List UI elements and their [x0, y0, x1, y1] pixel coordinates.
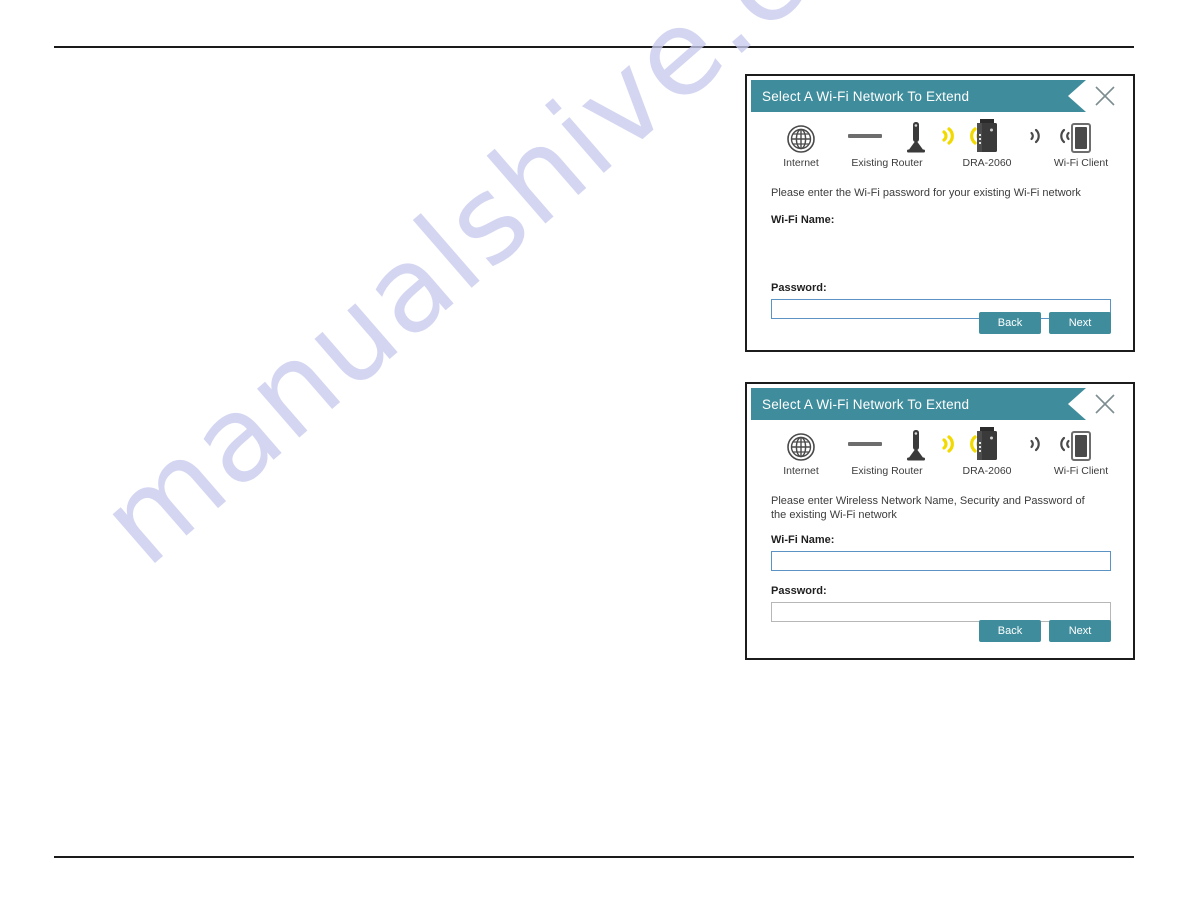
- wifi-client-icon: [1037, 118, 1125, 154]
- next-button[interactable]: Next: [1049, 620, 1111, 642]
- wifi-extend-dialog-2: Select A Wi-Fi Network To Extend Interne…: [745, 382, 1135, 660]
- dialog-title-bar: Select A Wi-Fi Network To Extend: [751, 80, 1086, 112]
- router-icon: [843, 426, 931, 462]
- topology-node-client: Wi-Fi Client: [1037, 118, 1125, 169]
- topology-label-router: Existing Router: [851, 465, 923, 477]
- dialog-title-bar: Select A Wi-Fi Network To Extend: [751, 388, 1086, 420]
- topology-node-router: Existing Router: [843, 426, 931, 477]
- wifi-name-input[interactable]: [771, 551, 1111, 571]
- wifi-name-value-empty: [771, 226, 1109, 268]
- dialog-button-row: Back Next: [979, 620, 1111, 642]
- topology-node-client: Wi-Fi Client: [1037, 426, 1125, 477]
- topology-label-client: Wi-Fi Client: [1053, 157, 1109, 169]
- network-topology-diagram: Internet Existing Router DRA-2060 Wi-Fi …: [747, 426, 1133, 492]
- topology-label-client: Wi-Fi Client: [1053, 465, 1109, 477]
- topology-node-router: Existing Router: [843, 118, 931, 169]
- close-icon[interactable]: [1093, 84, 1117, 108]
- topology-label-internet: Internet: [783, 465, 819, 477]
- router-icon: [843, 118, 931, 154]
- page-top-rule: [54, 46, 1134, 48]
- wifi-extend-dialog-1: Select A Wi-Fi Network To Extend Interne…: [745, 74, 1135, 352]
- dialog-body: Please enter Wireless Network Name, Secu…: [747, 494, 1133, 622]
- password-label: Password:: [771, 585, 827, 597]
- extender-icon: [943, 426, 1031, 462]
- topology-label-internet: Internet: [783, 157, 819, 169]
- page-bottom-rule: [54, 856, 1134, 858]
- wifi-name-label: Wi-Fi Name:: [771, 534, 835, 546]
- globe-icon: [761, 118, 841, 154]
- topology-label-router: Existing Router: [851, 157, 923, 169]
- close-icon[interactable]: [1093, 392, 1117, 416]
- header-chevron-notch: [1068, 80, 1086, 112]
- dialog-header: Select A Wi-Fi Network To Extend: [751, 388, 1129, 420]
- instruction-text: Please enter the Wi-Fi password for your…: [771, 187, 1081, 199]
- dialog-button-row: Back Next: [979, 312, 1111, 334]
- dialog-body: Please enter the Wi-Fi password for your…: [747, 186, 1133, 319]
- next-button[interactable]: Next: [1049, 312, 1111, 334]
- topology-node-internet: Internet: [761, 426, 841, 477]
- password-input[interactable]: [771, 602, 1111, 622]
- wifi-name-label: Wi-Fi Name:: [771, 214, 835, 226]
- dialog-title: Select A Wi-Fi Network To Extend: [762, 396, 970, 412]
- dialog-title: Select A Wi-Fi Network To Extend: [762, 88, 970, 104]
- password-label: Password:: [771, 282, 827, 294]
- network-topology-diagram: Internet Existing Router DRA-2060 Wi-Fi …: [747, 118, 1133, 184]
- topology-node-extender: DRA-2060: [943, 118, 1031, 169]
- back-button[interactable]: Back: [979, 312, 1041, 334]
- instruction-text: Please enter Wireless Network Name, Secu…: [771, 495, 1085, 521]
- topology-label-extender: DRA-2060: [962, 157, 1012, 169]
- extender-icon: [943, 118, 1031, 154]
- wifi-client-icon: [1037, 426, 1125, 462]
- back-button[interactable]: Back: [979, 620, 1041, 642]
- topology-label-extender: DRA-2060: [962, 465, 1012, 477]
- globe-icon: [761, 426, 841, 462]
- header-chevron-notch: [1068, 388, 1086, 420]
- topology-node-extender: DRA-2060: [943, 426, 1031, 477]
- dialog-header: Select A Wi-Fi Network To Extend: [751, 80, 1129, 112]
- topology-node-internet: Internet: [761, 118, 841, 169]
